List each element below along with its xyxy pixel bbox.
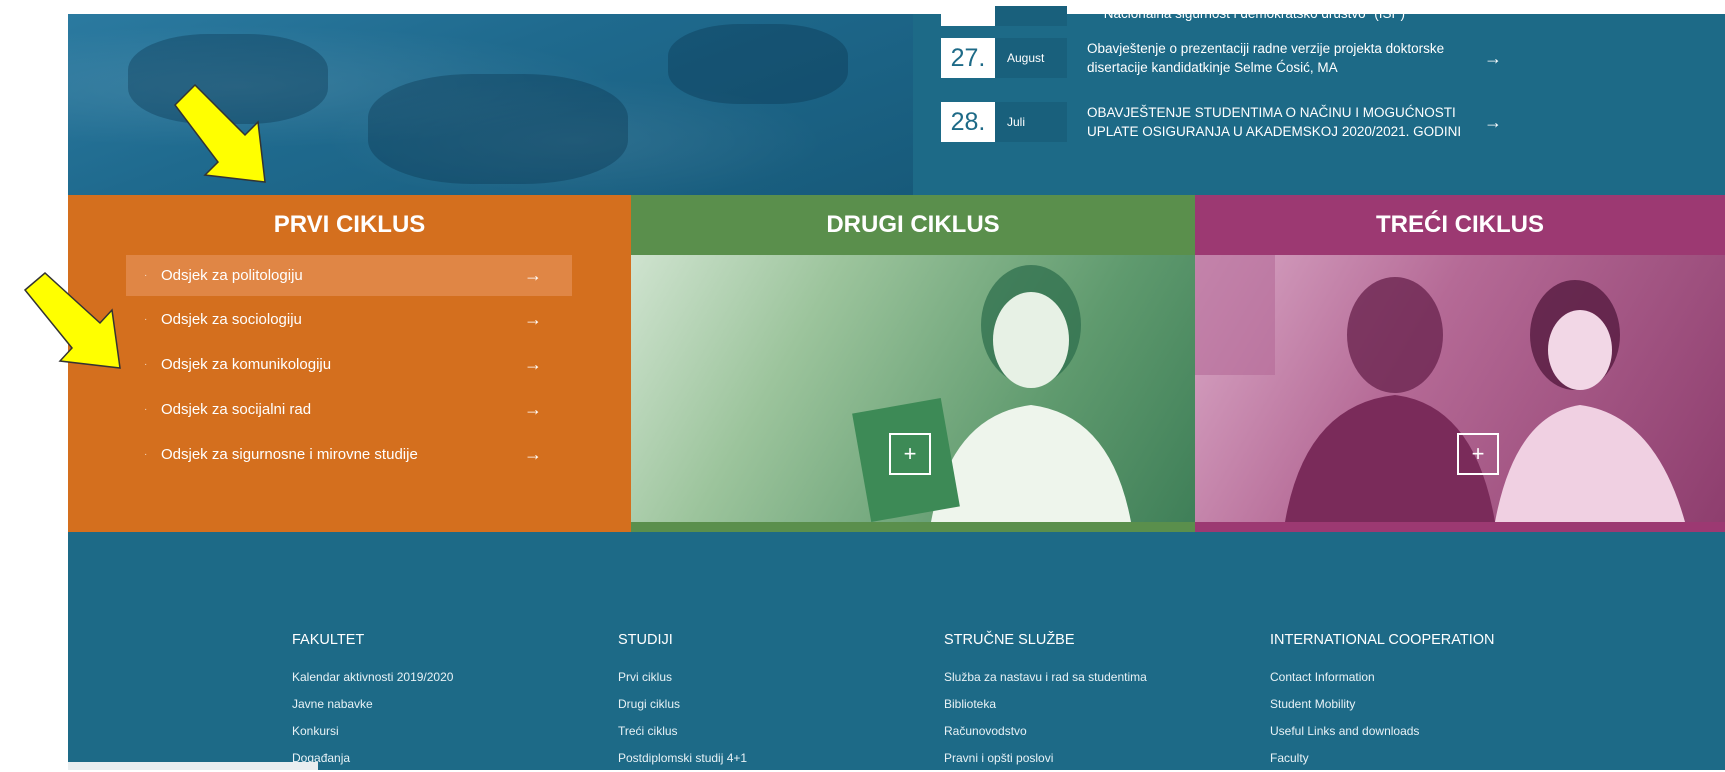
footer-link[interactable]: Student Mobility <box>1270 691 1495 718</box>
footer-link[interactable]: Prvi ciklus <box>618 664 747 691</box>
footer-link[interactable]: Pravni i opšti poslovi <box>944 745 1147 772</box>
news-list: "Nacionalna sigurnost i demokratsko druš… <box>913 6 1725 195</box>
third-cycle-panel[interactable]: TREĆI CIKLUS + <box>1195 195 1725 532</box>
news-date-partial <box>941 6 995 26</box>
footer-column-international: INTERNATIONAL COOPERATION Contact Inform… <box>1270 632 1495 772</box>
department-link[interactable]: · Odsjek za socijalni rad → <box>126 389 572 430</box>
first-cycle-panel: PRVI CIKLUS · Odsjek za politologiju → ·… <box>68 195 631 532</box>
news-day: 28. <box>941 102 995 142</box>
department-label: Odsjek za politologiju <box>161 267 303 284</box>
arrow-right-icon: → <box>524 399 542 419</box>
department-label: Odsjek za sigurnosne i mirovne studije <box>161 446 418 463</box>
partial-overlay <box>68 762 318 770</box>
department-label: Odsjek za sociologiju <box>161 311 302 328</box>
news-month: August <box>995 38 1067 78</box>
footer-link[interactable]: Faculty <box>1270 745 1495 772</box>
annotation-arrow-icon <box>23 272 121 369</box>
news-partial-text[interactable]: "Nacionalna sigurnost i demokratsko druš… <box>1099 6 1405 21</box>
footer-link[interactable]: Biblioteka <box>944 691 1147 718</box>
arrow-right-icon: → <box>524 309 542 329</box>
footer-link[interactable]: Služba za nastavu i rad sa studentima <box>944 664 1147 691</box>
footer-link[interactable]: Postdiplomski studij 4+1 <box>618 745 747 772</box>
department-label: Odsjek za socijalni rad <box>161 401 312 418</box>
plus-button[interactable]: + <box>1457 433 1499 475</box>
bullet-icon: · <box>144 404 148 415</box>
bullet-icon: · <box>144 449 148 460</box>
department-label: Odsjek za komunikologiju <box>161 356 332 373</box>
bullet-icon: · <box>144 359 148 370</box>
footer-link[interactable]: Računovodstvo <box>944 718 1147 745</box>
annotation-arrow-icon <box>174 83 266 183</box>
news-item[interactable]: 28. Juli OBAVJEŠTENJE STUDENTIMA O NAČIN… <box>941 102 1502 142</box>
second-cycle-panel[interactable]: DRUGI CIKLUS + <box>631 195 1195 532</box>
news-item[interactable]: 27. August Obavještenje o prezentaciji r… <box>941 38 1502 78</box>
bullet-icon: · <box>144 270 148 281</box>
arrow-right-icon[interactable]: → <box>1484 48 1502 69</box>
footer-link[interactable]: Konkursi <box>292 718 453 745</box>
footer-column-studiji: STUDIJI Prvi ciklus Drugi ciklus Treći c… <box>618 632 747 772</box>
news-title[interactable]: Obavještenje o prezentaciji radne verzij… <box>1087 39 1472 77</box>
footer-link[interactable]: Useful Links and downloads <box>1270 718 1495 745</box>
footer-link[interactable]: Drugi ciklus <box>618 691 747 718</box>
bullet-icon: · <box>144 314 148 325</box>
department-link[interactable]: · Odsjek za sigurnosne i mirovne studije… <box>126 434 572 475</box>
news-title[interactable]: OBAVJEŠTENJE STUDENTIMA O NAČINU I MOGUĆ… <box>1087 103 1472 141</box>
arrow-right-icon: → <box>524 444 542 464</box>
footer-heading: STUDIJI <box>618 632 673 648</box>
footer-link[interactable]: Contact Information <box>1270 664 1495 691</box>
department-link[interactable]: · Odsjek za komunikologiju → <box>126 344 572 385</box>
student-photo: + <box>631 255 1195 522</box>
arrow-right-icon[interactable]: → <box>1484 112 1502 133</box>
footer-link[interactable]: Javne nabavke <box>292 691 453 718</box>
footer-heading: STRUČNE SLUŽBE <box>944 632 1075 648</box>
footer-heading: FAKULTET <box>292 632 365 648</box>
third-cycle-title[interactable]: TREĆI CIKLUS <box>1195 195 1725 255</box>
second-cycle-title[interactable]: DRUGI CIKLUS <box>631 195 1195 255</box>
department-link[interactable]: · Odsjek za politologiju → <box>126 255 572 296</box>
footer-heading: INTERNATIONAL COOPERATION <box>1270 632 1495 648</box>
arrow-right-icon: → <box>524 265 542 285</box>
department-link[interactable]: · Odsjek za sociologiju → <box>126 299 572 340</box>
footer-column-fakultet: FAKULTET Kalendar aktivnosti 2019/2020 J… <box>292 632 453 772</box>
students-photo: + <box>1195 255 1725 522</box>
footer-link[interactable]: Kalendar aktivnosti 2019/2020 <box>292 664 453 691</box>
arrow-right-icon: → <box>524 354 542 374</box>
news-day: 27. <box>941 38 995 78</box>
news-month: Juli <box>995 102 1067 142</box>
first-cycle-title[interactable]: PRVI CIKLUS <box>68 195 631 255</box>
footer-link[interactable]: Treći ciklus <box>618 718 747 745</box>
footer-column-strucne-sluzbe: STRUČNE SLUŽBE Služba za nastavu i rad s… <box>944 632 1147 772</box>
plus-button[interactable]: + <box>889 433 931 475</box>
